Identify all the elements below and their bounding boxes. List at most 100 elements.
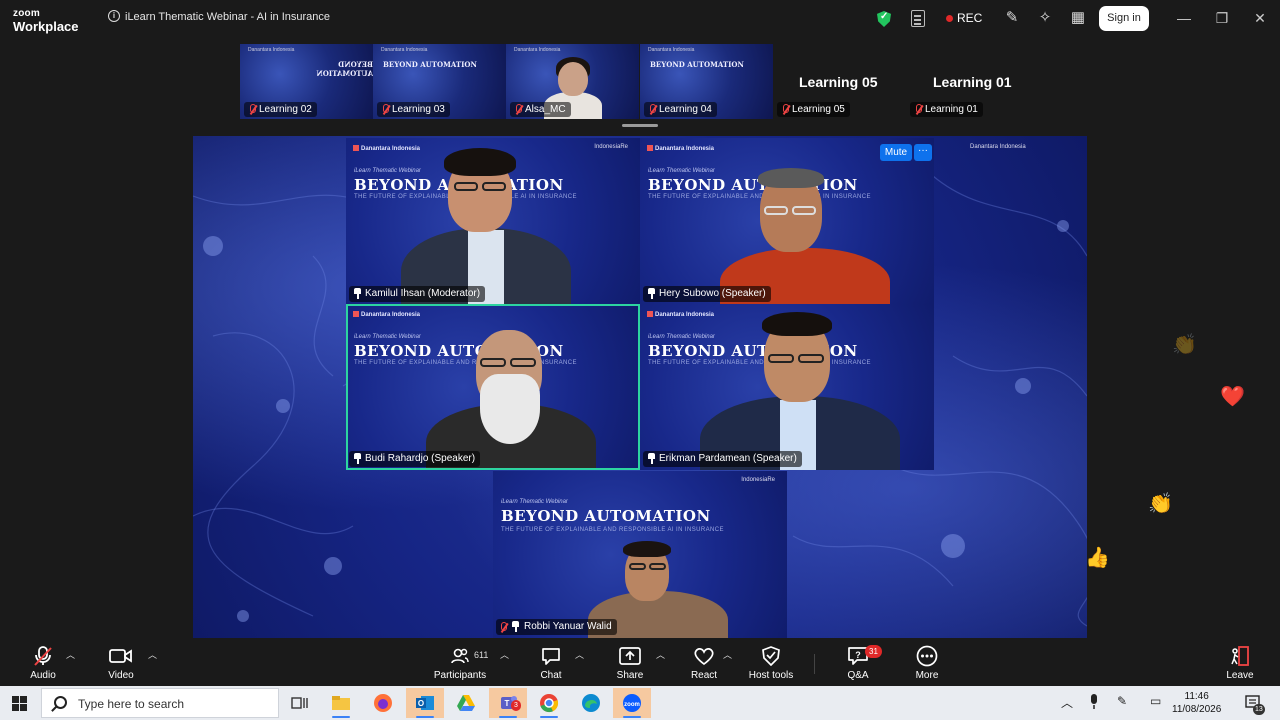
close-icon[interactable]: ✕ (1252, 10, 1268, 27)
speaker-name: Hery Subowo (Speaker) (659, 288, 766, 299)
more-label: More (915, 670, 939, 681)
tile-brand: Danantara Indonesia (648, 47, 695, 53)
tray-mic-icon[interactable] (1089, 694, 1099, 713)
share-screen-icon (614, 644, 646, 668)
outlook-icon[interactable]: O (406, 688, 444, 718)
task-view-icon[interactable] (281, 688, 319, 718)
muted-mic-icon (499, 622, 508, 633)
teams-icon[interactable]: T 3 (489, 688, 527, 718)
video-button[interactable]: Video (104, 644, 138, 681)
bg-partner-logo: IndonesiaRe (741, 477, 775, 483)
participants-label: Participants (433, 670, 487, 681)
glasses (629, 563, 646, 570)
bg-brand-logo: Danantara Indonesia (353, 145, 420, 153)
recording-indicator[interactable]: REC (946, 11, 982, 25)
chat-bubble-icon (536, 644, 566, 668)
svg-text:O: O (418, 699, 424, 708)
ai-sparkle-icon[interactable]: ✧ (1036, 9, 1054, 27)
taskbar-search-box[interactable]: Type here to search (41, 688, 279, 718)
windows-start-icon[interactable] (12, 696, 27, 711)
active-app-indicator (332, 716, 350, 718)
mute-participant-button[interactable]: Mute (880, 144, 912, 161)
tray-overflow-chevron-icon[interactable]: ︿ (1061, 694, 1073, 711)
video-label: Video (108, 670, 134, 681)
logo-line-2: Workplace (13, 19, 79, 34)
search-placeholder: Type here to search (78, 697, 185, 711)
react-button[interactable]: React (690, 644, 718, 681)
security-shield-icon[interactable] (877, 11, 891, 27)
edge-icon[interactable] (572, 688, 610, 718)
video-camera-icon (104, 644, 138, 668)
qa-label: Q&A (847, 670, 869, 681)
participants-caret-icon[interactable]: ︿ (500, 648, 509, 661)
zoom-app-icon[interactable]: zoom (613, 688, 651, 718)
more-button[interactable]: More (912, 644, 942, 681)
info-icon[interactable]: i (108, 10, 120, 22)
annotate-pen-icon[interactable]: ✎ (1003, 9, 1021, 27)
tray-display-icon[interactable]: ▭ (1150, 694, 1161, 708)
zoom-logo: zoom Workplace (13, 8, 79, 34)
filmstrip-tile[interactable]: Danantara Indonesia Alsa_MC (506, 44, 639, 119)
participant-name-tag: Learning 02 (244, 102, 317, 117)
chat-button[interactable]: Chat (536, 644, 566, 681)
toolbar-divider (814, 654, 815, 674)
restore-icon[interactable]: ❐ (1214, 10, 1230, 27)
host-tools-label: Host tools (748, 670, 794, 681)
host-shield-icon (745, 644, 797, 668)
chrome-icon[interactable] (530, 688, 568, 718)
share-label: Share (616, 670, 644, 681)
speaker-hair (762, 312, 832, 336)
firefox-icon[interactable] (364, 688, 402, 718)
chat-caret-icon[interactable]: ︿ (575, 648, 584, 661)
logo-line-1: zoom (13, 8, 40, 19)
video-options-caret-icon[interactable]: ︿ (148, 648, 157, 661)
title-bar: zoom Workplace i iLearn Thematic Webinar… (0, 0, 1280, 38)
filmstrip-tile-video-off[interactable]: Learning 01 Learning 01 (906, 44, 1039, 119)
pin-icon (647, 453, 656, 464)
filmstrip-tile[interactable]: Danantara Indonesia BEYOND AUTOMATION Le… (240, 44, 373, 119)
share-button[interactable]: Share (614, 644, 646, 681)
filmstrip-tile[interactable]: Danantara Indonesia BEYOND AUTOMATION Le… (640, 44, 773, 119)
leave-button[interactable]: Leave (1224, 644, 1256, 681)
tray-pen-icon[interactable]: ✎ (1117, 694, 1127, 708)
share-caret-icon[interactable]: ︿ (656, 648, 665, 661)
view-layout-icon[interactable]: ▦ (1069, 9, 1087, 27)
rec-label: REC (957, 11, 983, 25)
bg-subtitle: iLearn Thematic Webinar (648, 168, 715, 174)
muted-mic-icon (248, 104, 257, 115)
speaker-video-tile[interactable]: IndonesiaRe iLearn Thematic Webinar BEYO… (493, 471, 787, 638)
speaker-video-tile[interactable]: Danantara Indonesia iLearn Thematic Webi… (640, 304, 934, 470)
participant-name: Learning 03 (392, 104, 445, 115)
bg-tagline: THE FUTURE OF EXPLAINABLE AND RESPONSIBL… (354, 360, 577, 366)
muted-mic-icon (781, 104, 790, 115)
sign-in-button[interactable]: Sign in (1099, 6, 1149, 31)
participant-name-tag: Learning 04 (644, 102, 717, 117)
notes-doc-icon[interactable] (911, 10, 925, 27)
react-caret-icon[interactable]: ︿ (723, 648, 732, 661)
filmstrip-tile[interactable]: Danantara Indonesia BEYOND AUTOMATION Le… (373, 44, 506, 119)
minimize-icon[interactable]: — (1176, 10, 1192, 26)
speaker-video-tile[interactable]: Danantara Indonesia IndonesiaRe iLearn T… (346, 138, 640, 305)
audio-button[interactable]: Audio (26, 644, 60, 681)
glasses (482, 182, 506, 191)
file-explorer-icon[interactable] (322, 688, 360, 718)
bg-title: BEYOND AUTOMATION (648, 176, 858, 194)
bg-subtitle: iLearn Thematic Webinar (354, 334, 421, 340)
filmstrip-drag-handle[interactable] (622, 124, 658, 127)
participant-more-button[interactable]: ··· (914, 144, 932, 161)
speaker-video-tile-active[interactable]: Danantara Indonesia iLearn Thematic Webi… (346, 304, 640, 470)
bg-tagline: THE FUTURE OF EXPLAINABLE AND RESPONSIBL… (648, 360, 871, 366)
google-drive-icon[interactable] (447, 688, 485, 718)
filmstrip-tile-video-off[interactable]: Learning 05 Learning 05 (773, 44, 906, 119)
speaker-name-tag: Kamilul Ihsan (Moderator) (349, 286, 486, 302)
bg-subtitle: iLearn Thematic Webinar (354, 168, 421, 174)
bg-brand-logo: Danantara Indonesia (647, 145, 714, 153)
speaker-video-tile[interactable]: Danantara Indonesia iLearn Thematic Webi… (640, 138, 934, 305)
pin-icon (353, 288, 362, 299)
tile-brand: Danantara Indonesia (514, 47, 561, 53)
taskbar-clock[interactable]: 11:46 11/08/2026 (1172, 690, 1221, 716)
participant-name-tag: Alsa_MC (510, 102, 571, 117)
host-tools-button[interactable]: Host tools (745, 644, 797, 681)
audio-options-caret-icon[interactable]: ︿ (66, 648, 75, 661)
muted-mic-icon (381, 104, 390, 115)
